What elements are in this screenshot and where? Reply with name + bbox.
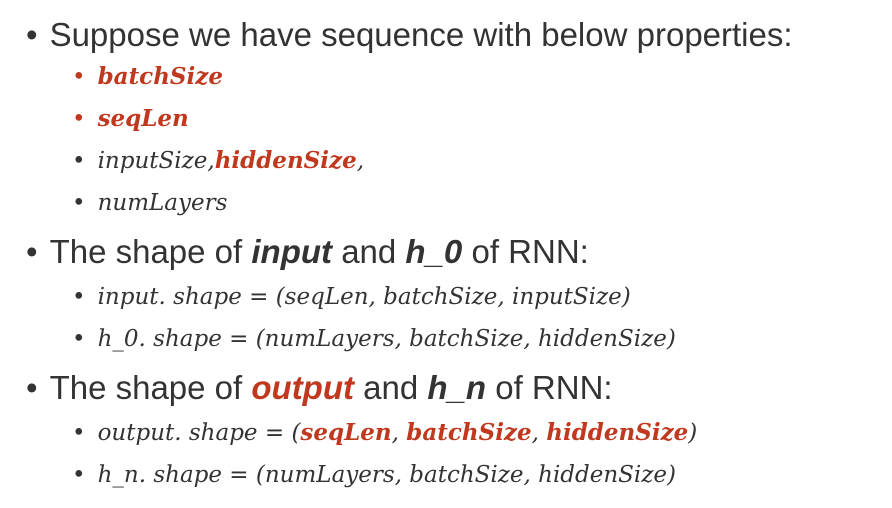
emph-hn: h_n xyxy=(427,369,487,406)
sub-bullet-marker: • xyxy=(72,148,86,174)
sub-bullet-marker: • xyxy=(72,284,86,310)
bullet-prefix: The shape of xyxy=(49,369,243,406)
emph-h0: h_0 xyxy=(405,233,463,270)
term-batchsize: batchSize xyxy=(97,63,223,90)
term-inputsize: inputSize, xyxy=(97,148,215,174)
formula-rhs: ) xyxy=(688,420,698,446)
bullet-mid: and xyxy=(341,233,397,270)
term-seqlen: seqLen xyxy=(97,105,189,132)
bullet-input-shape: • The shape of input and h_0 of RNN: xyxy=(26,232,589,272)
sub-bullet-marker: • xyxy=(72,326,86,352)
bullet-marker: • xyxy=(26,233,38,270)
term-hiddensize: hiddenSize xyxy=(214,147,357,174)
sub-item-inputsize-hiddensize: • inputSize,hiddenSize, xyxy=(72,146,364,176)
emph-input: input xyxy=(251,233,333,270)
sub-item-seqlen: • seqLen xyxy=(72,104,189,134)
formula-h0-shape: • h_0. shape = (numLayers, batchSize, hid… xyxy=(72,324,676,354)
sub-bullet-marker: • xyxy=(72,190,86,216)
term-hiddensize: hiddenSize xyxy=(546,419,689,446)
sub-item-numlayers: • numLayers xyxy=(72,188,227,218)
emph-output: output xyxy=(251,369,354,406)
formula-hn-shape: • h_n. shape = (numLayers, batchSize, hid… xyxy=(72,460,676,490)
formula-output-shape: • output. shape = (seqLen, batchSize, hid… xyxy=(72,418,697,448)
sub-bullet-marker: • xyxy=(72,420,86,446)
term-seqlen: seqLen xyxy=(300,419,392,446)
formula-input-shape: • input. shape = (seqLen, batchSize, inpu… xyxy=(72,282,631,312)
bullet-prefix: The shape of xyxy=(49,233,243,270)
formula-text: h_0. shape = (numLayers, batchSize, hidd… xyxy=(97,326,676,352)
formula-text: h_n. shape = (numLayers, batchSize, hidd… xyxy=(97,462,676,488)
sub-bullet-marker: • xyxy=(72,106,86,132)
sub-item-batchsize: • batchSize xyxy=(72,62,223,92)
formula-sep: , xyxy=(391,420,407,446)
sub-bullet-marker: • xyxy=(72,462,86,488)
bullet-marker: • xyxy=(26,16,38,53)
formula-text: input. shape = (seqLen, batchSize, input… xyxy=(97,284,631,310)
bullet-mid: and xyxy=(363,369,419,406)
bullet-suppose: • Suppose we have sequence with below pro… xyxy=(26,15,793,55)
term-numlayers: numLayers xyxy=(97,190,228,216)
bullet-suffix: of RNN: xyxy=(495,369,613,406)
term-batchsize: batchSize xyxy=(406,419,532,446)
bullet-text: Suppose we have sequence with below prop… xyxy=(49,16,793,53)
formula-lhs: output. shape = ( xyxy=(97,420,301,446)
formula-sep: , xyxy=(531,420,547,446)
bullet-marker: • xyxy=(26,369,38,406)
sub-bullet-marker: • xyxy=(72,64,86,90)
bullet-output-shape: • The shape of output and h_n of RNN: xyxy=(26,368,613,408)
trailing-comma: , xyxy=(356,148,365,174)
bullet-suffix: of RNN: xyxy=(471,233,589,270)
